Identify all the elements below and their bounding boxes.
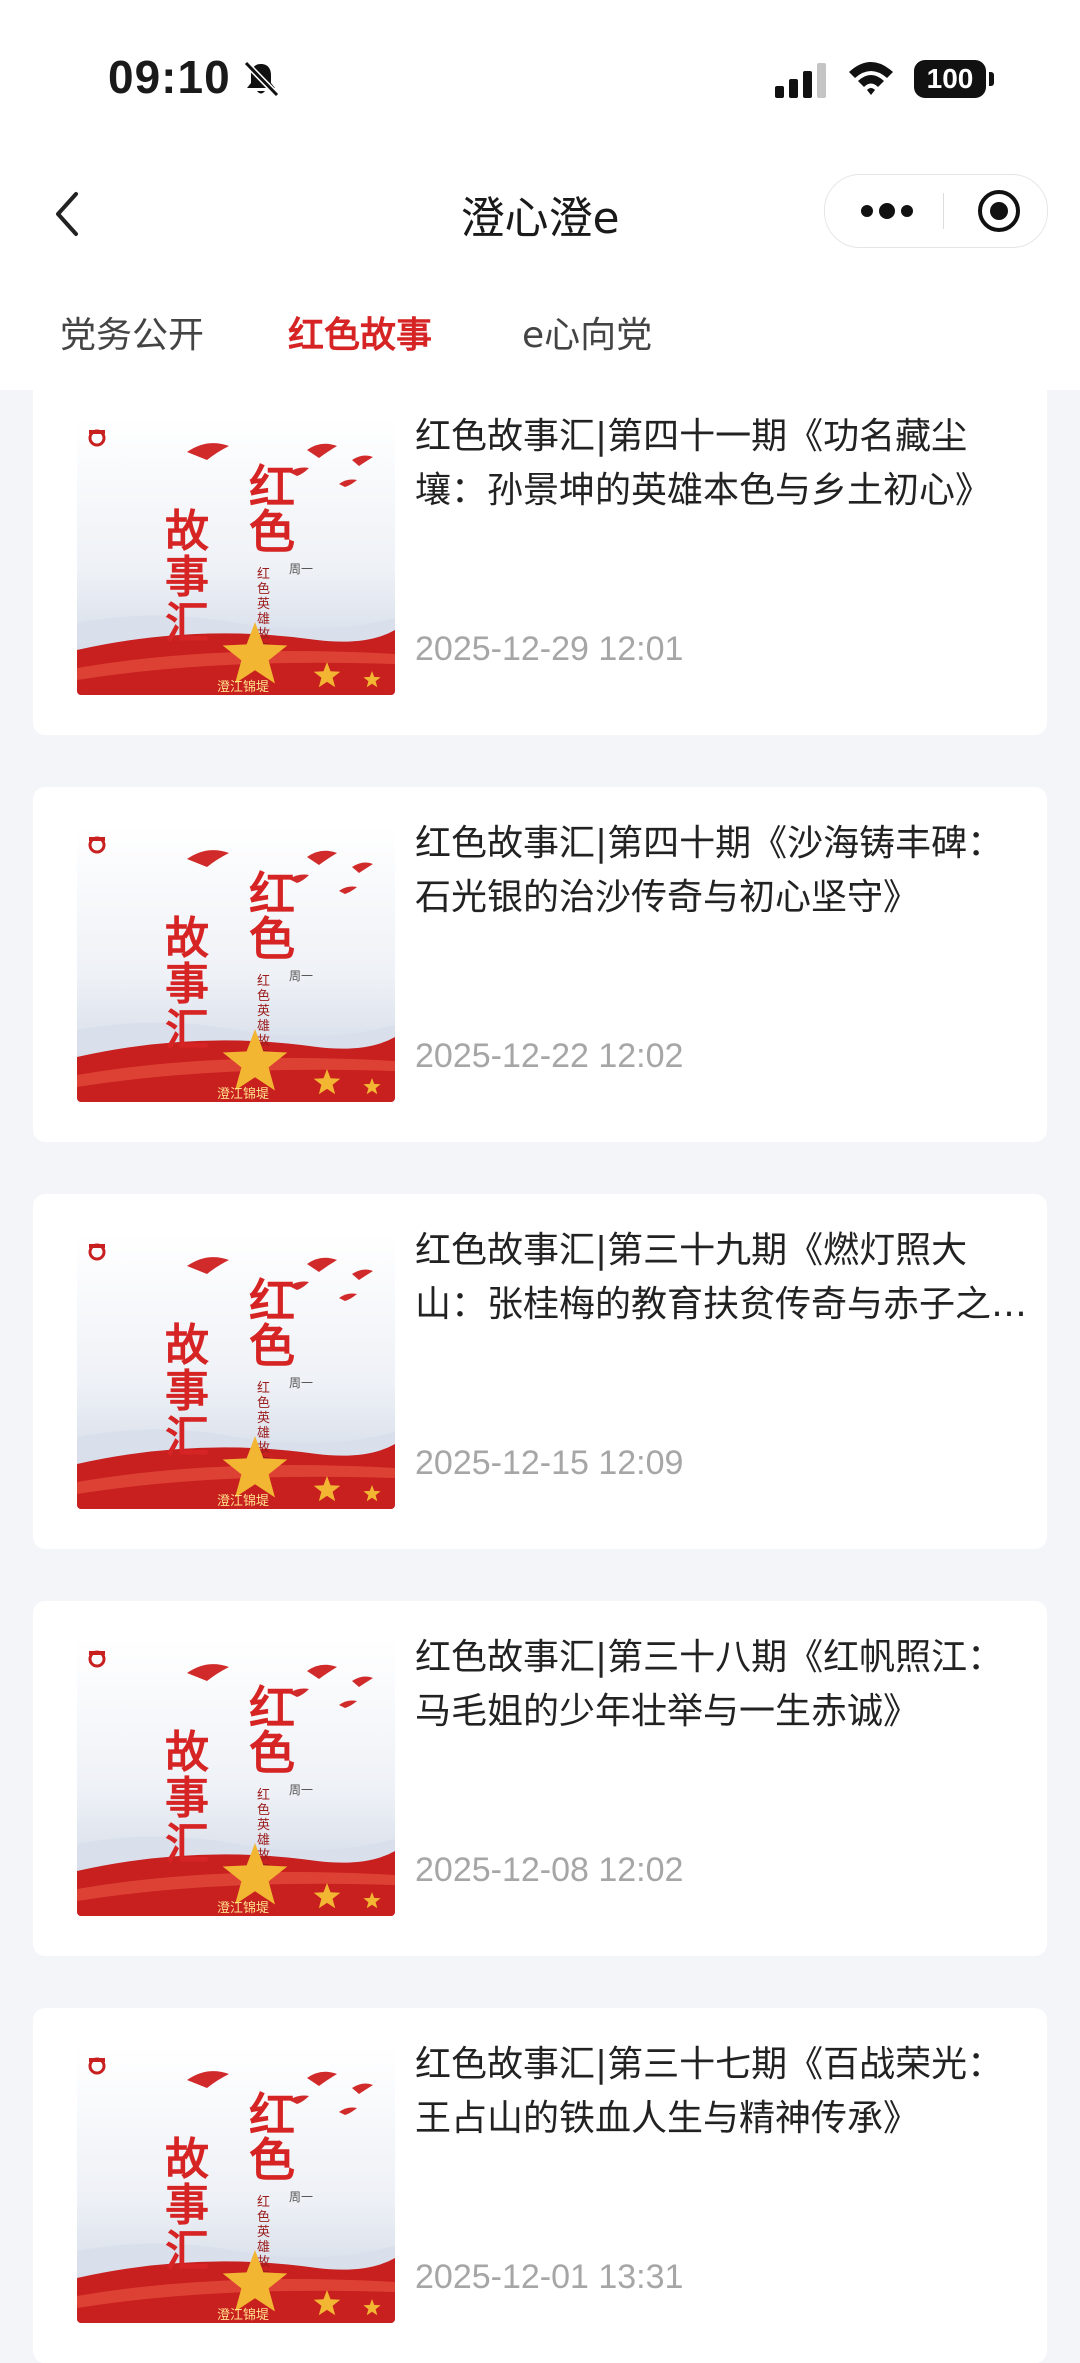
svg-text:汇: 汇: [165, 1005, 209, 1056]
svg-text:英: 英: [257, 597, 270, 612]
article-thumbnail: 红 色 故 事 汇 红色英雄故事 周一 澄江锦堤: [77, 1639, 395, 1916]
svg-text:色: 色: [249, 1319, 295, 1373]
article-date: 2025-12-15 12:09: [415, 1444, 684, 1482]
svg-text:澄江锦堤: 澄江锦堤: [217, 1494, 269, 1509]
svg-text:澄江锦堤: 澄江锦堤: [217, 680, 269, 695]
article-date: 2025-12-22 12:02: [415, 1037, 684, 1075]
more-icon[interactable]: [857, 197, 917, 225]
svg-text:周一: 周一: [289, 969, 313, 983]
status-bar: 09:10 100: [0, 0, 1080, 160]
svg-text:事: 事: [165, 2180, 209, 2231]
article-title: 红色故事汇|第四十期《沙海铸丰碑：石光银的治沙传奇与初心坚守》: [415, 823, 1004, 918]
article-date: 2025-12-08 12:02: [415, 1851, 684, 1889]
svg-text:故: 故: [165, 1727, 209, 1778]
svg-text:故: 故: [165, 2134, 209, 2185]
article-thumbnail: 红 色 故 事 汇 红色英雄故事 周一 澄江锦堤: [77, 1232, 395, 1509]
article-date: 2025-12-29 12:01: [415, 630, 684, 668]
nav-bar: 澄心澄e: [0, 160, 1080, 270]
tab-party-affairs[interactable]: 党务公开: [60, 306, 204, 358]
svg-text:汇: 汇: [165, 1819, 209, 1870]
svg-text:事: 事: [165, 959, 209, 1010]
svg-text:英: 英: [257, 1818, 270, 1833]
svg-text:红: 红: [257, 973, 270, 989]
svg-text:色: 色: [257, 1802, 270, 1818]
article-date: 2025-12-01 13:31: [415, 2258, 684, 2296]
article-card[interactable]: 红 色 故 事 汇 红色英雄故事 周一 澄江锦堤 红色故事汇|第三十七期《百战荣…: [33, 2008, 1047, 2363]
svg-text:色: 色: [257, 1395, 270, 1411]
article-card[interactable]: 红 色 故 事 汇 红色英雄故事 周一 澄江锦堤 红色故事汇|第四十一期《功名藏…: [33, 380, 1047, 735]
svg-text:色: 色: [257, 581, 270, 597]
mini-program-capsule: [824, 174, 1048, 248]
svg-text:故: 故: [165, 506, 209, 557]
svg-text:事: 事: [165, 1773, 209, 1824]
svg-text:色: 色: [249, 1726, 295, 1780]
close-target-icon[interactable]: [975, 187, 1023, 235]
wifi-icon: [849, 62, 893, 95]
svg-text:色: 色: [249, 505, 295, 559]
svg-text:红: 红: [257, 566, 270, 582]
battery-level: 100: [914, 60, 986, 98]
svg-text:雄: 雄: [257, 1833, 270, 1848]
article-title: 红色故事汇|第三十七期《百战荣光：王占山的铁血人生与精神传承》: [415, 2044, 1004, 2139]
svg-text:事: 事: [165, 1366, 209, 1417]
svg-text:色: 色: [249, 912, 295, 966]
svg-text:周一: 周一: [289, 1783, 313, 1797]
battery-tip: [989, 72, 994, 86]
svg-text:故: 故: [165, 913, 209, 964]
svg-text:雄: 雄: [257, 1019, 270, 1034]
tab-e-heart[interactable]: e心向党: [522, 306, 652, 358]
article-title: 红色故事汇|第三十九期《燃灯照大山：张桂梅的教育扶贫传奇与赤子之心》: [415, 1230, 992, 1325]
capsule-divider: [943, 193, 944, 229]
svg-text:周一: 周一: [289, 1376, 313, 1390]
article-card[interactable]: 红 色 故 事 汇 红色英雄故事 周一 澄江锦堤 红色故事汇|第三十八期《红帆照…: [33, 1601, 1047, 1956]
svg-text:色: 色: [257, 2209, 270, 2225]
tab-bar: 党务公开 红色故事 e心向党: [0, 270, 1080, 390]
svg-text:周一: 周一: [289, 2190, 313, 2204]
svg-text:雄: 雄: [257, 1426, 270, 1441]
svg-text:色: 色: [249, 2133, 295, 2187]
svg-text:澄江锦堤: 澄江锦堤: [217, 1087, 269, 1102]
svg-text:故: 故: [165, 1320, 209, 1371]
article-thumbnail: 红 色 故 事 汇 红色英雄故事 周一 澄江锦堤: [77, 418, 395, 695]
svg-text:周一: 周一: [289, 562, 313, 576]
svg-text:雄: 雄: [257, 2240, 270, 2255]
svg-text:汇: 汇: [165, 1412, 209, 1463]
svg-text:雄: 雄: [257, 612, 270, 627]
tab-red-stories[interactable]: 红色故事: [288, 306, 432, 358]
svg-text:澄江锦堤: 澄江锦堤: [217, 1901, 269, 1916]
status-time: 09:10: [108, 51, 231, 103]
svg-text:汇: 汇: [165, 598, 209, 649]
article-title: 红色故事汇|第三十八期《红帆照江：马毛姐的少年壮举与一生赤诚》: [415, 1637, 1004, 1732]
svg-text:事: 事: [165, 552, 209, 603]
article-thumbnail: 红 色 故 事 汇 红色英雄故事 周一 澄江锦堤: [77, 2046, 395, 2323]
svg-text:红: 红: [257, 1380, 270, 1396]
svg-text:红: 红: [257, 2194, 270, 2210]
article-card[interactable]: 红 色 故 事 汇 红色英雄故事 周一 澄江锦堤 红色故事汇|第四十期《沙海铸丰…: [33, 787, 1047, 1142]
svg-text:澄江锦堤: 澄江锦堤: [217, 2308, 269, 2323]
svg-text:色: 色: [257, 988, 270, 1004]
signal-icon: [775, 63, 826, 98]
svg-text:英: 英: [257, 1004, 270, 1019]
article-title: 红色故事汇|第四十一期《功名藏尘壤：孙景坤的英雄本色与乡土初心》: [415, 416, 992, 511]
article-card[interactable]: 红 色 故 事 汇 红色英雄故事 周一 澄江锦堤 红色故事汇|第三十九期《燃灯照…: [33, 1194, 1047, 1549]
article-thumbnail: 红 色 故 事 汇 红色英雄故事 周一 澄江锦堤: [77, 825, 395, 1102]
svg-text:红: 红: [257, 1787, 270, 1803]
svg-text:英: 英: [257, 2225, 270, 2240]
bell-mute-icon: [243, 60, 280, 98]
svg-text:汇: 汇: [165, 2226, 209, 2277]
svg-text:英: 英: [257, 1411, 270, 1426]
